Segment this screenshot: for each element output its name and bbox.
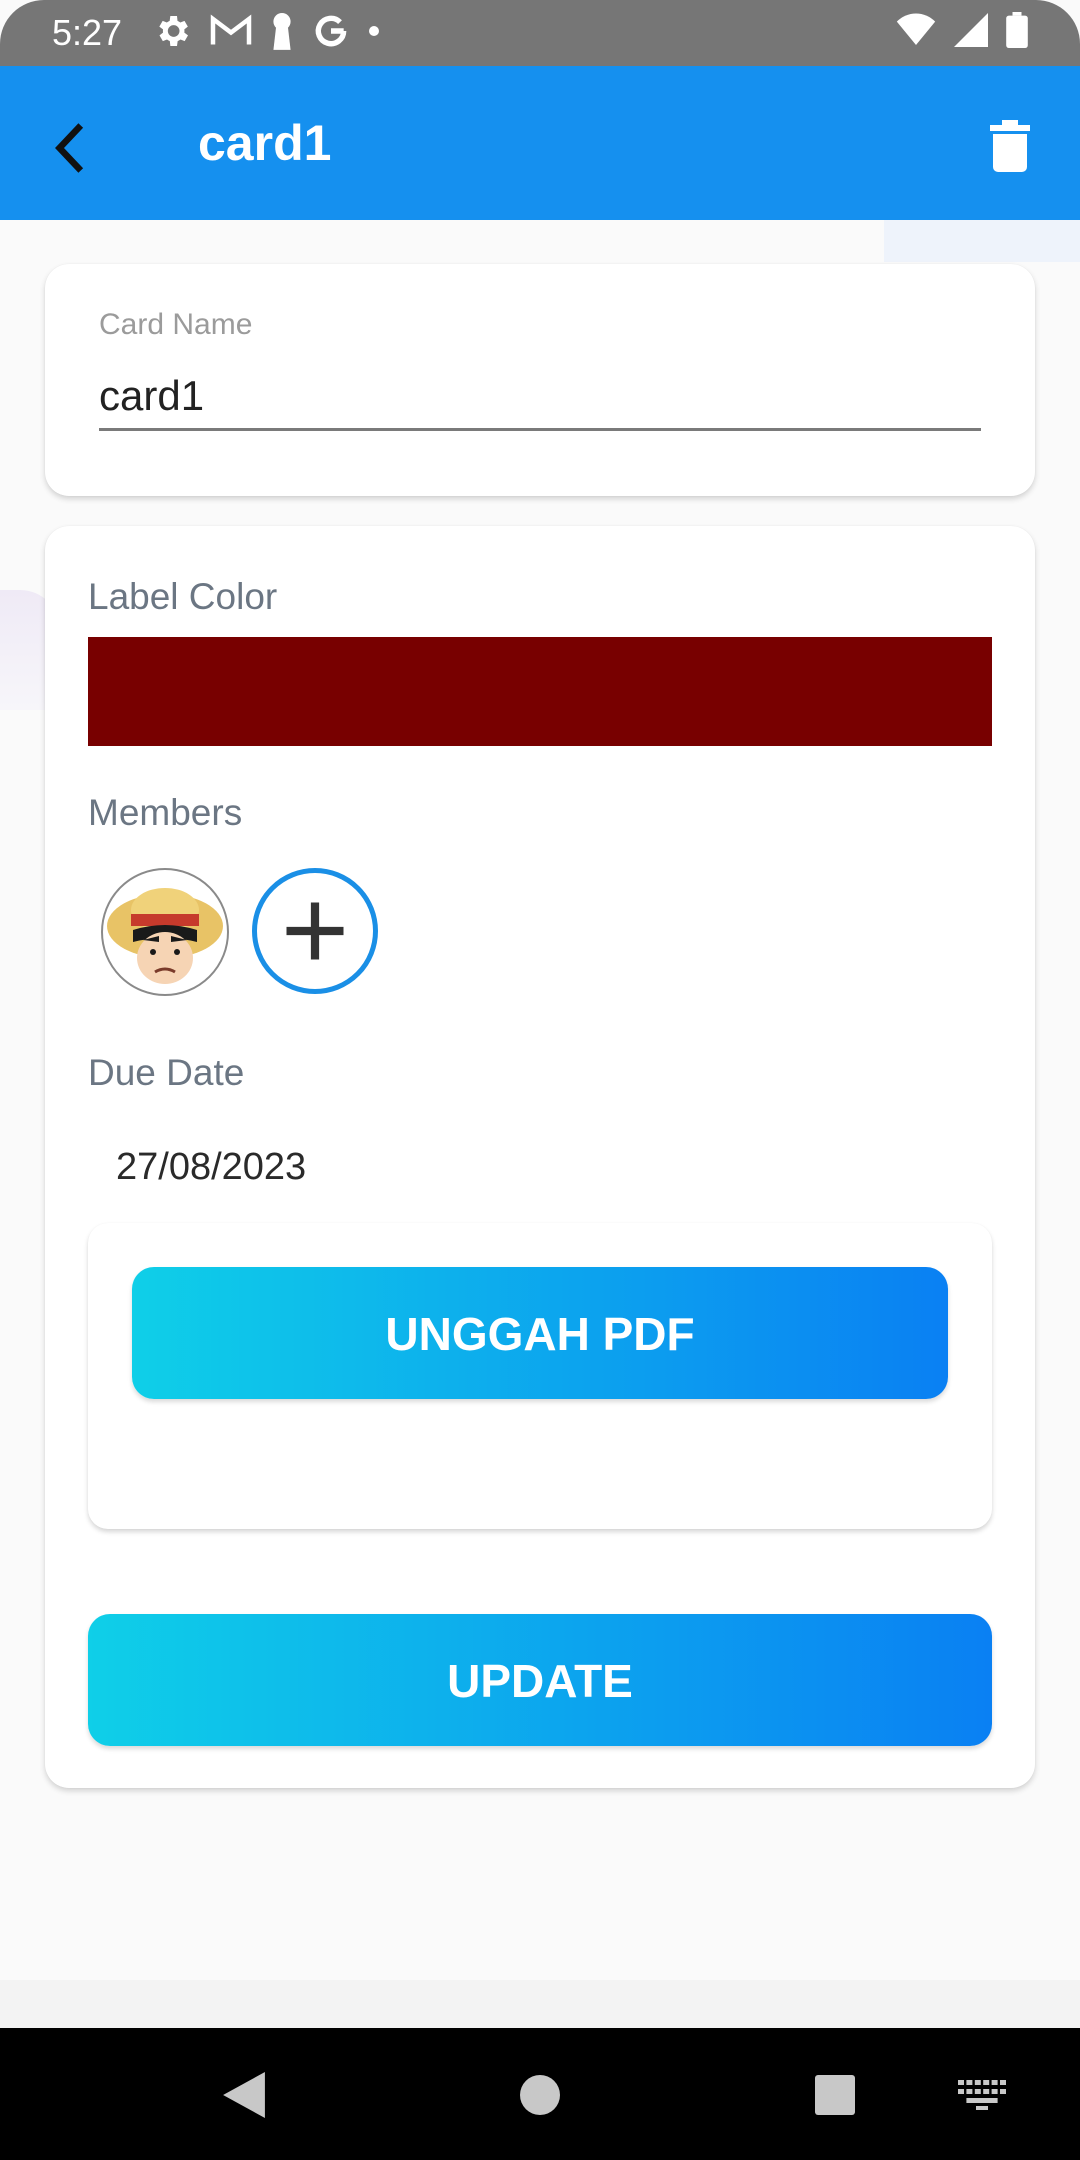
status-icons-left — [152, 11, 380, 51]
battery-icon — [1006, 12, 1028, 48]
nav-back-button[interactable] — [209, 2060, 279, 2130]
trash-icon — [990, 120, 1030, 172]
card-name-label: Card Name — [99, 308, 253, 341]
member-avatar[interactable] — [101, 868, 229, 996]
nav-home-button[interactable] — [505, 2060, 575, 2130]
back-triangle-icon — [223, 2072, 265, 2118]
wifi-icon — [896, 13, 936, 47]
gmail-icon — [210, 14, 252, 48]
nav-recents-button[interactable] — [800, 2060, 870, 2130]
label-color-label: Label Color — [88, 576, 278, 617]
plus-icon — [286, 902, 344, 960]
status-bar: 5:27 — [0, 0, 1080, 66]
status-time: 5:27 — [52, 12, 123, 53]
nav-keyboard-button[interactable] — [947, 2060, 1017, 2130]
member-avatar-icon — [107, 888, 223, 984]
card-name-underline — [99, 428, 981, 431]
google-icon — [312, 12, 350, 50]
update-button[interactable]: UPDATE — [88, 1614, 992, 1746]
status-icons-right — [896, 12, 1028, 48]
add-member-button[interactable] — [252, 868, 378, 994]
background-decoration — [884, 220, 1080, 262]
signal-icon — [954, 13, 988, 47]
pdf-upload-section: UNGGAH PDF — [88, 1223, 992, 1529]
due-date-label: Due Date — [88, 1052, 245, 1093]
dot-icon — [368, 25, 380, 37]
back-button[interactable] — [36, 112, 108, 184]
upload-pdf-button[interactable]: UNGGAH PDF — [132, 1267, 948, 1399]
back-arrow-icon — [55, 123, 84, 173]
label-color-swatch[interactable] — [88, 637, 992, 746]
card-details-section: Label Color Members Due Date 27/08/2023 … — [45, 526, 1035, 1788]
members-label: Members — [88, 792, 243, 833]
gear-icon — [152, 11, 192, 51]
app-bar: card1 — [0, 66, 1080, 220]
page-title: card1 — [198, 115, 332, 171]
keyboard-icon — [958, 2080, 1006, 2110]
card-name-input[interactable]: card1 — [99, 372, 204, 420]
home-circle-icon — [520, 2075, 560, 2115]
system-nav-bar — [0, 2028, 1080, 2160]
due-date-value[interactable]: 27/08/2023 — [116, 1146, 306, 1189]
recents-square-icon — [815, 2075, 855, 2115]
card-name-section: Card Name card1 — [45, 264, 1035, 496]
keyhole-icon — [270, 12, 294, 50]
delete-button[interactable] — [976, 112, 1044, 180]
content-bottom-strip — [0, 1980, 1080, 2028]
